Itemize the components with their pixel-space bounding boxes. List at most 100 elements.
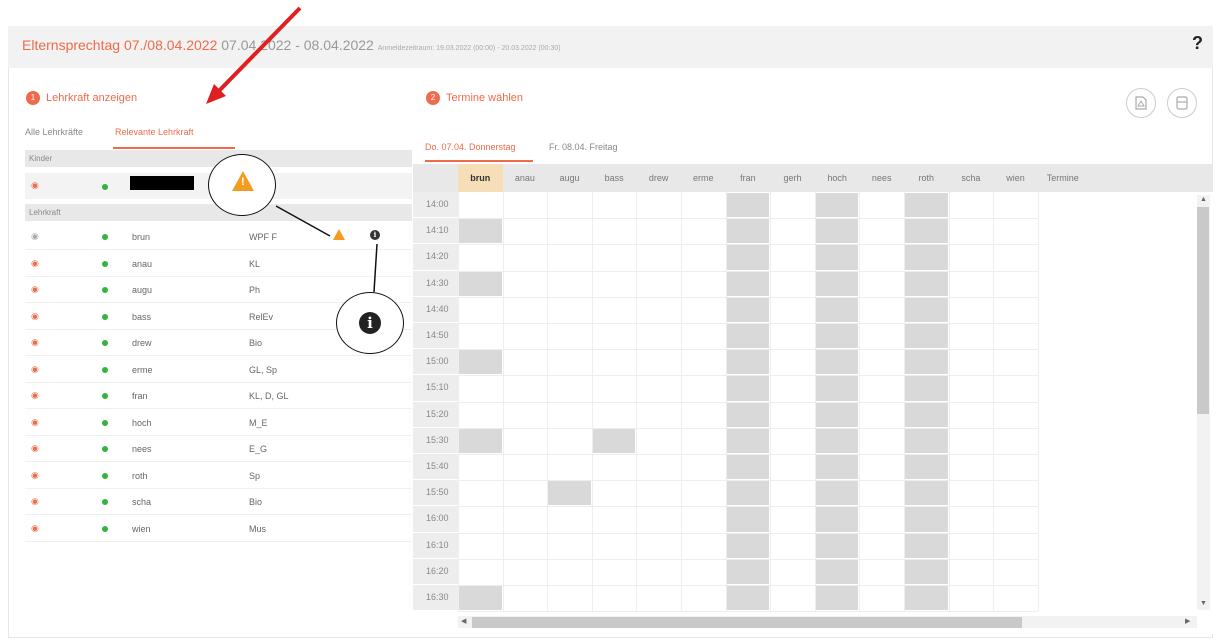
blocked-slot — [815, 559, 859, 584]
grid-column-line — [636, 192, 638, 612]
blocked-slot — [726, 193, 770, 218]
column-header-fran[interactable]: fran — [726, 164, 771, 192]
blocked-slot — [905, 402, 948, 427]
blocked-slot — [815, 481, 859, 506]
column-header-gerh[interactable]: gerh — [770, 164, 815, 192]
blocked-slot — [905, 533, 948, 558]
blocked-slot — [459, 219, 502, 244]
blocked-slot — [726, 324, 770, 349]
blocked-slot — [726, 297, 770, 322]
vertical-scroll-thumb[interactable] — [1197, 207, 1209, 414]
time-label: 15:30 — [413, 427, 458, 454]
blocked-slot — [905, 507, 948, 532]
blocked-slot — [726, 455, 770, 480]
scroll-right-arrow[interactable]: ▶ — [1185, 617, 1190, 625]
time-label: 15:00 — [413, 349, 458, 376]
blocked-slot — [905, 376, 948, 401]
blocked-slot — [815, 455, 859, 480]
grid-column-line — [948, 192, 950, 612]
blocked-slot — [592, 428, 636, 453]
pdf-button[interactable] — [1126, 88, 1156, 118]
print-button[interactable] — [1167, 88, 1197, 118]
horizontal-scroll-thumb[interactable] — [472, 617, 1022, 628]
blocked-slot — [459, 586, 502, 611]
column-header-nees[interactable]: nees — [859, 164, 904, 192]
time-label: 16:00 — [413, 506, 458, 533]
blocked-slot — [905, 559, 948, 584]
column-header-scha[interactable]: scha — [949, 164, 994, 192]
column-header-hoch[interactable]: hoch — [815, 164, 860, 192]
blocked-slot — [815, 245, 859, 270]
grid-column-line — [859, 192, 861, 612]
blocked-slot — [905, 324, 948, 349]
column-header-bass[interactable]: bass — [592, 164, 637, 192]
blocked-slot — [905, 271, 948, 296]
blocked-slot — [905, 219, 948, 244]
time-label: 14:50 — [413, 323, 458, 350]
time-label: 15:20 — [413, 401, 458, 428]
blocked-slot — [905, 245, 948, 270]
time-label: 15:40 — [413, 454, 458, 481]
time-label: 16:20 — [413, 558, 458, 585]
blocked-slot — [726, 402, 770, 427]
grid-column-line — [681, 192, 682, 612]
pdf-icon — [1135, 96, 1147, 110]
blocked-slot — [459, 350, 502, 375]
time-label: 16:10 — [413, 532, 458, 559]
time-label: 14:10 — [413, 218, 458, 245]
column-header-roth[interactable]: roth — [904, 164, 949, 192]
blocked-slot — [726, 271, 770, 296]
tab-friday[interactable]: Fr. 08.04. Freitag — [549, 142, 618, 152]
time-label: 15:50 — [413, 480, 458, 507]
blocked-slot — [726, 586, 770, 611]
appointment-grid: brun anau augu bass drew erme fran gerh hoch nees… — [413, 164, 1213, 634]
grid-column-line — [502, 192, 504, 612]
blocked-slot — [815, 324, 859, 349]
blocked-slot — [905, 193, 948, 218]
active-day-underline — [425, 160, 533, 162]
time-label: 14:30 — [413, 270, 458, 297]
time-label: 15:10 — [413, 375, 458, 402]
blocked-slot — [726, 428, 770, 453]
blocked-slot — [459, 428, 502, 453]
scroll-left-arrow[interactable]: ◀ — [461, 617, 466, 625]
blocked-slot — [459, 271, 502, 296]
blocked-slot — [726, 245, 770, 270]
time-label: 16:30 — [413, 585, 458, 612]
grid-header: brun anau augu bass drew erme fran gerh hoch nees… — [413, 164, 1213, 192]
blocked-slot — [726, 533, 770, 558]
column-header-augu[interactable]: augu — [547, 164, 592, 192]
grid-column-line — [591, 192, 593, 612]
scroll-up-arrow[interactable]: ▲ — [1200, 196, 1207, 203]
blocked-slot — [726, 481, 770, 506]
blocked-slot — [726, 376, 770, 401]
column-header-drew[interactable]: drew — [636, 164, 681, 192]
blocked-slot — [905, 481, 948, 506]
column-header-wien[interactable]: wien — [993, 164, 1038, 192]
blocked-slot — [815, 402, 859, 427]
grid-row-line — [458, 611, 1038, 613]
column-header-anau[interactable]: anau — [503, 164, 548, 192]
blocked-slot — [815, 533, 859, 558]
grid-column-line — [1037, 192, 1039, 612]
tab-thursday[interactable]: Do. 07.04. Donnerstag — [425, 142, 516, 152]
time-label: 14:20 — [413, 244, 458, 271]
blocked-slot — [548, 481, 591, 506]
grid-column-line — [993, 192, 995, 612]
blocked-slot — [905, 586, 948, 611]
blocked-slot — [905, 350, 948, 375]
blocked-slot — [726, 219, 770, 244]
blocked-slot — [815, 193, 859, 218]
grid-column-line — [547, 192, 549, 612]
grid-column-line — [458, 192, 459, 612]
column-header-termine: Termine — [1046, 173, 1079, 183]
print-icon — [1176, 96, 1188, 110]
blocked-slot — [905, 297, 948, 322]
blocked-slot — [905, 455, 948, 480]
blocked-slot — [815, 271, 859, 296]
blocked-slot — [815, 376, 859, 401]
scroll-down-arrow[interactable]: ▼ — [1200, 600, 1207, 607]
column-header-brun[interactable]: brun — [458, 164, 503, 192]
time-label: 14:00 — [413, 192, 458, 219]
column-header-erme[interactable]: erme — [681, 164, 726, 192]
